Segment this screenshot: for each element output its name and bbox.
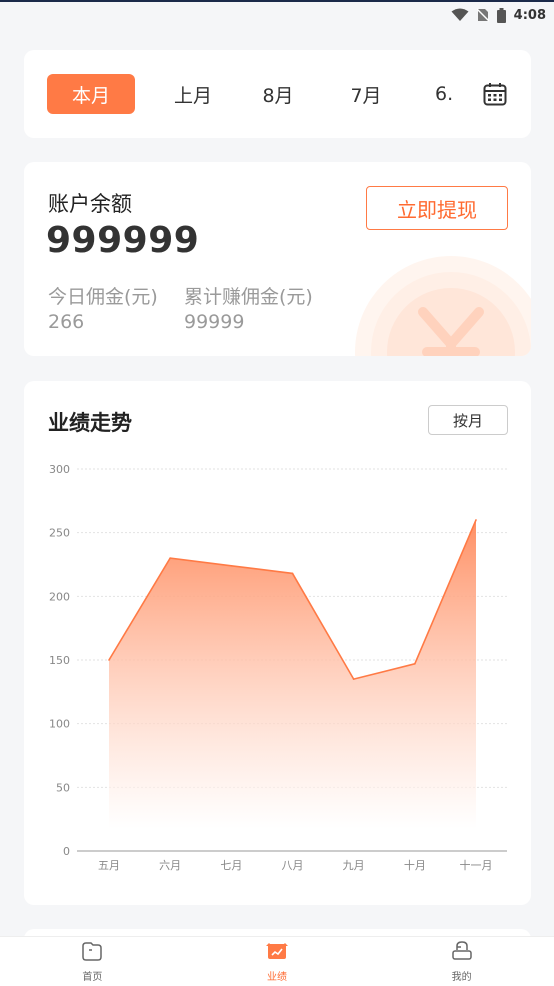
y-tick-label: 0 [63, 845, 70, 858]
x-tick-label: 五月 [98, 859, 120, 872]
total-commission-label: 累计赚佣金(元) [184, 286, 313, 308]
x-tick-label: 九月 [343, 859, 365, 872]
nav-performance[interactable]: 业绩 [185, 937, 370, 986]
month-tabs-card: 本月 上月 8月 7月 6. [24, 50, 531, 138]
y-tick-label: 200 [49, 590, 70, 603]
account-balance-card: 账户余额 999999 立即提现 今日佣金(元) 266 累计赚佣金(元) 99… [24, 162, 531, 356]
data-point [414, 663, 416, 665]
data-point [169, 557, 171, 559]
x-tick-label: 十月 [404, 858, 426, 872]
today-commission-value: 266 [48, 311, 85, 333]
data-point [291, 572, 294, 575]
x-tick-label: 六月 [159, 859, 181, 872]
calendar-icon[interactable] [483, 82, 507, 110]
performance-icon [266, 941, 288, 965]
status-time: 4:08 [513, 7, 546, 23]
tab-june[interactable]: 6. [435, 74, 459, 114]
data-point [230, 564, 233, 567]
total-commission-value: 99999 [184, 311, 245, 333]
nav-home[interactable]: 首页 [0, 937, 185, 986]
x-tick-label: 八月 [282, 859, 304, 872]
today-commission-label: 今日佣金(元) [48, 286, 158, 308]
withdraw-button[interactable]: 立即提现 [366, 186, 508, 230]
trend-chart: 0 50 100 150 200 250 300 五月 六月 七月 八月 九月 十月 十一月 [49, 463, 507, 872]
wifi-icon [451, 8, 469, 22]
no-sim-icon [476, 8, 489, 22]
yen-coin-icon [351, 252, 531, 356]
battery-icon [496, 7, 506, 23]
data-point [108, 659, 110, 661]
x-tick-label: 十一月 [460, 858, 493, 872]
y-tick-label: 150 [49, 654, 70, 667]
balance-amount: 999999 [46, 220, 200, 261]
data-point [352, 678, 355, 680]
series-area-fill [109, 519, 476, 829]
data-point [475, 519, 477, 521]
status-bar: 4:08 [0, 2, 554, 28]
performance-trend-card: 业绩走势 按月 0 50 100 150 200 250 300 五月 六月 七月 八月 九月 十月十… [24, 381, 531, 905]
profile-icon [451, 940, 473, 965]
y-tick-label: 300 [49, 463, 70, 476]
y-tick-label: 100 [49, 718, 70, 731]
y-tick-label: 50 [56, 781, 70, 794]
tab-this-month[interactable]: 本月 [47, 74, 135, 114]
x-tick-label: 七月 [220, 859, 242, 872]
balance-title: 账户余额 [48, 192, 132, 216]
y-tick-label: 250 [49, 527, 70, 540]
nav-profile[interactable]: 我的 [369, 937, 554, 986]
tab-august[interactable]: 8月 [261, 74, 295, 114]
nav-home-label: 首页 [82, 971, 103, 983]
tab-last-month[interactable]: 上月 [173, 74, 213, 114]
bottom-navigation: 首页 业绩 我的 [0, 936, 554, 986]
home-icon [81, 941, 103, 965]
tab-july[interactable]: 7月 [349, 74, 383, 114]
nav-performance-label: 业绩 [267, 971, 287, 983]
nav-profile-label: 我的 [451, 971, 472, 983]
